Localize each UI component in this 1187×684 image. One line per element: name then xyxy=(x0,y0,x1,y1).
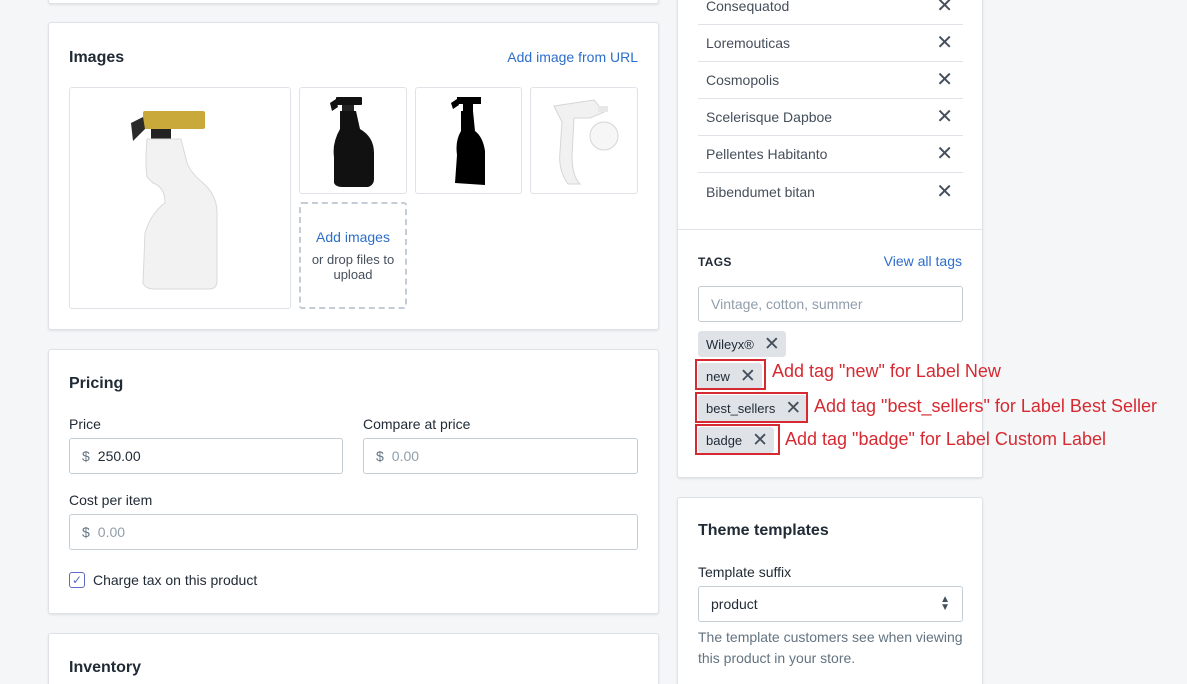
theme-templates-title: Theme templates xyxy=(698,522,829,539)
images-title: Images xyxy=(69,49,125,66)
price-input[interactable]: $ 250.00 xyxy=(69,438,343,474)
tag-label: Wileyx® xyxy=(706,336,754,352)
spray-bottle-white-gold-trigger-image xyxy=(131,111,218,290)
cost-per-item-input[interactable]: $ 0.00 xyxy=(69,514,638,550)
remove-collection-icon[interactable]: ✕ xyxy=(936,182,953,202)
annotation-new: Add tag "new" for Label New xyxy=(772,361,1001,381)
remove-collection-icon[interactable]: ✕ xyxy=(936,107,953,127)
highlight-box-new xyxy=(695,359,766,390)
template-suffix-select[interactable]: product ▲ ▼ xyxy=(698,586,963,622)
view-all-tags-link[interactable]: View all tags xyxy=(884,253,962,269)
thumbnail-image[interactable] xyxy=(415,87,522,194)
price-value: 250.00 xyxy=(97,448,141,464)
template-help-text: The template customers see when viewing … xyxy=(698,629,963,666)
section-divider xyxy=(678,229,982,230)
collection-name: Cosmopolis xyxy=(706,72,780,88)
tags-input[interactable]: Vintage, cotton, summer xyxy=(698,286,963,322)
compare-at-price-placeholder: 0.00 xyxy=(391,448,420,464)
spray-trigger-white-image xyxy=(553,98,619,184)
cost-per-item-label: Cost per item xyxy=(69,492,153,508)
main-product-image[interactable] xyxy=(69,87,291,309)
currency-symbol: $ xyxy=(82,524,90,540)
annotation-badge: Add tag "badge" for Label Custom Label xyxy=(785,429,1106,449)
remove-collection-icon[interactable]: ✕ xyxy=(936,0,953,16)
collection-item: Cosmopolis ✕ xyxy=(698,62,963,99)
inventory-card: Inventory xyxy=(48,633,659,684)
collection-item: Consequatod ✕ xyxy=(698,0,963,25)
tag-chip: Wileyx® ✕ xyxy=(698,331,786,357)
compare-at-price-label: Compare at price xyxy=(363,416,471,432)
collection-name: Consequatod xyxy=(706,0,790,14)
compare-at-price-input[interactable]: $ 0.00 xyxy=(363,438,638,474)
image-dropzone[interactable]: Add images or drop files to upload xyxy=(299,202,407,309)
pricing-card: Pricing Price $ 250.00 Compare at price … xyxy=(48,349,659,614)
collection-item: Bibendumet bitan ✕ xyxy=(698,173,963,210)
template-suffix-value: product xyxy=(711,596,758,612)
thumbnail-image[interactable] xyxy=(530,87,638,194)
pricing-title: Pricing xyxy=(69,375,124,392)
charge-tax-checkbox[interactable]: ✓ xyxy=(69,572,85,588)
remove-collection-icon[interactable]: ✕ xyxy=(936,70,953,90)
remove-tag-icon[interactable]: ✕ xyxy=(764,335,780,354)
currency-symbol: $ xyxy=(376,448,384,464)
charge-tax-label: Charge tax on this product xyxy=(93,572,258,588)
collection-item: Scelerisque Dapboe ✕ xyxy=(698,99,963,136)
thumbnail-image[interactable] xyxy=(299,87,407,194)
select-arrows-icon: ▲ ▼ xyxy=(940,594,950,613)
cost-per-item-placeholder: 0.00 xyxy=(97,524,126,540)
collection-name: Loremouticas xyxy=(706,35,791,51)
collection-item: Pellentes Habitanto ✕ xyxy=(698,136,963,173)
charge-tax-row[interactable]: ✓ Charge tax on this product xyxy=(69,572,257,588)
add-images-link[interactable]: Add images xyxy=(316,229,390,245)
inventory-title: Inventory xyxy=(69,659,142,676)
highlight-box-best-sellers xyxy=(695,392,808,423)
price-label: Price xyxy=(69,416,101,432)
remove-collection-icon[interactable]: ✕ xyxy=(936,144,953,164)
currency-symbol: $ xyxy=(82,448,90,464)
images-card: Images Add image from URL Add images or … xyxy=(48,22,659,330)
collection-name: Bibendumet bitan xyxy=(706,183,815,200)
collection-name: Scelerisque Dapboe xyxy=(706,109,833,125)
template-suffix-label: Template suffix xyxy=(698,564,792,580)
collection-item: Loremouticas ✕ xyxy=(698,25,963,62)
collection-name: Pellentes Habitanto xyxy=(706,146,828,162)
tags-heading: TAGS xyxy=(698,255,732,269)
spray-bottle-black-silhouette-image xyxy=(450,96,485,185)
previous-card xyxy=(48,0,659,4)
annotation-best-sellers: Add tag "best_sellers" for Label Best Se… xyxy=(814,396,1157,416)
theme-templates-card: Theme templates Template suffix product … xyxy=(677,497,983,684)
remove-collection-icon[interactable]: ✕ xyxy=(936,33,953,53)
spray-bottle-black-image xyxy=(330,96,374,187)
dropzone-hint: or drop files to upload xyxy=(311,251,395,282)
add-image-from-url-link[interactable]: Add image from URL xyxy=(507,49,638,65)
highlight-box-badge xyxy=(695,424,780,455)
